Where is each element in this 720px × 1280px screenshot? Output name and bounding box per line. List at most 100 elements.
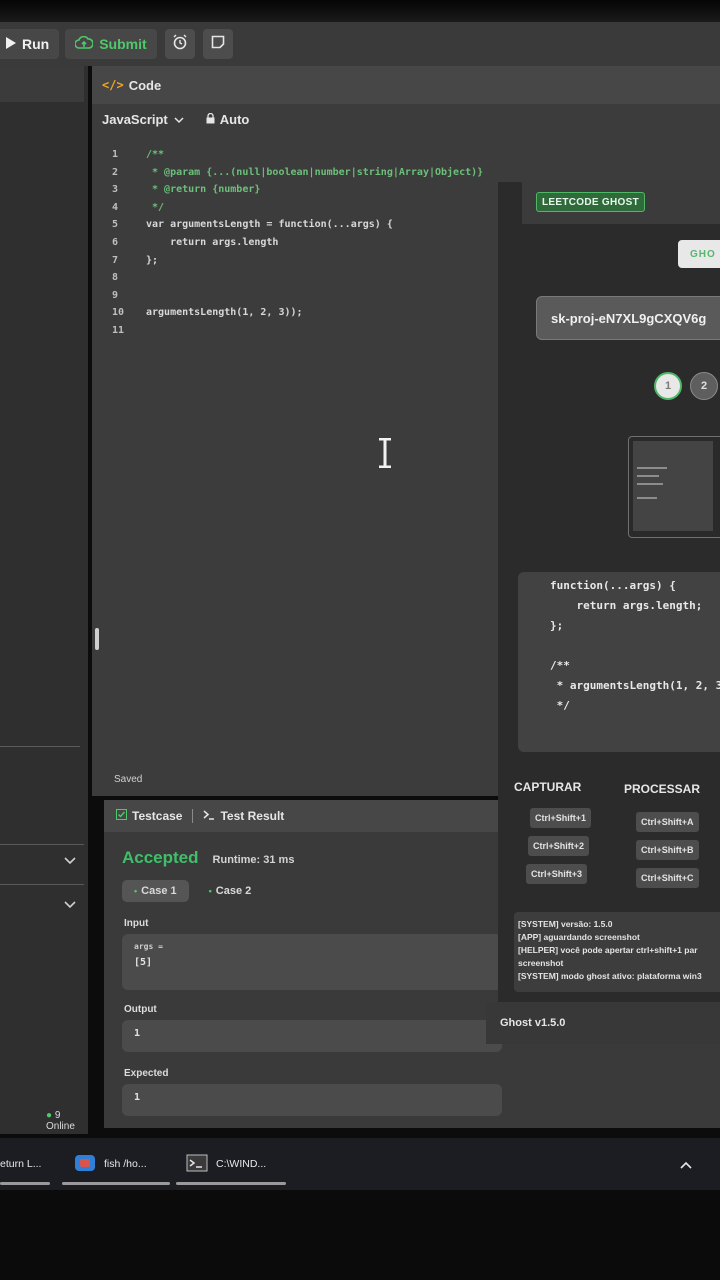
chevron-down-icon[interactable] [64,854,76,868]
chevron-down-icon[interactable] [64,898,76,912]
ghost-code-line: return args.length; [550,599,703,612]
code-text: }; [146,254,159,266]
code-icon: </> [102,78,124,92]
active-indicator [0,1182,50,1185]
code-text: /** [146,149,165,160]
tray-chevron-up-icon[interactable] [680,1156,692,1172]
submit-button[interactable]: Submit [65,29,157,59]
input-box: args = [5] [122,934,502,990]
panel-resize-handle[interactable] [95,628,99,650]
capture-shortcut-1: Ctrl+Shift+1 [530,808,592,828]
expected-box: 1 [122,1084,502,1116]
expected-value: 1 [134,1092,141,1103]
tab-test-result[interactable]: Test Result [203,809,284,823]
note-icon [211,35,225,54]
line-number: 10 [112,307,125,319]
code-line: 1 /** [112,146,483,164]
arg-name: args = [134,942,163,951]
taskbar-item-fish[interactable]: fish /ho... [74,1150,147,1178]
left-panel-header [0,66,84,102]
tab-divider [192,809,194,823]
text-cursor-icon [378,437,392,469]
log-line: [SYSTEM] modo ghost ativo: plataforma wi… [518,971,702,981]
active-indicator [62,1182,170,1185]
app-icon [74,1154,96,1175]
api-key-field[interactable]: sk-proj-eN7XL9gCXQV6g [536,296,720,340]
pass-dot-icon: • [134,886,138,896]
line-number: 11 [112,324,125,336]
ghost-solution-code: function(...args) { return args.length;}… [518,572,720,752]
ghost-code-line: }; [550,619,564,632]
active-indicator [176,1182,286,1185]
ghost-code-line: function(...args) { [550,579,676,592]
thumbnail-preview [633,441,713,531]
code-line: 3 * @return {number} [112,181,483,199]
alarm-button[interactable] [164,29,195,59]
output-box: 1 [122,1020,502,1052]
case-2-tab[interactable]: • Case 2 [197,880,264,902]
log-line: [APP] aguardando screenshot [518,932,640,942]
line-number: 1 [112,149,119,160]
problem-description-panel: ● 9 Online [0,66,88,1134]
code-line: 9 [112,287,483,305]
process-title: PROCESSAR [624,782,701,796]
input-label: Input [124,918,149,929]
line-number: 3 [112,184,119,196]
code-area[interactable]: 1 /** 2 * @param {...(null|boolean|number|… [112,146,483,340]
thumb-line [637,497,657,499]
ghost-code-line: /** [550,659,570,672]
code-text: * @param {...(null|boolean|number|string… [146,166,484,178]
line-number: 5 [112,219,119,231]
checkbox-icon [116,809,127,823]
log-line: [HELPER] você pode apertar ctrl+shift+1 … [518,945,698,955]
ghost-mode-button[interactable]: GHO [678,240,720,268]
step-1-indicator[interactable]: 1 [654,372,682,400]
line-number: 7 [112,254,119,266]
thumb-line [637,475,659,477]
code-text: return args.length [146,236,279,248]
auto-mode-toggle[interactable]: Auto [206,112,249,127]
case-2-label: Case 2 [215,885,252,897]
terminal-icon [203,809,215,823]
monitor-bezel-top [0,0,720,22]
code-line: 8 [112,269,483,287]
process-shortcut-b: Ctrl+Shift+B [636,840,699,860]
ghost-code-line: * argumentsLength(1, 2, 3); // [556,679,720,692]
capture-shortcut-2: Ctrl+Shift+2 [528,836,590,856]
taskbar-item-cmd[interactable]: C:\WIND... [186,1150,266,1178]
language-select[interactable]: JavaScript [102,112,184,127]
editor-title: Code [128,77,162,93]
editor-header: </> Code [92,66,720,104]
code-line: 5 var argumentsLength = function(...args)… [112,216,483,234]
output-value: 1 [134,1028,141,1039]
top-toolbar: Run Submit [0,22,720,66]
divider [0,884,84,885]
language-label: JavaScript [102,112,168,127]
case-1-label: Case 1 [141,885,177,897]
alarm-icon [172,34,188,55]
taskbar-item-label: fish /ho... [104,1158,147,1170]
runtime-text: Runtime: 31 ms [212,854,295,866]
pass-dot-icon: • [208,886,212,896]
log-line: [SYSTEM] versão: 1.5.0 [518,919,613,929]
screenshot-thumbnail[interactable] [628,436,720,538]
online-count: ● 9 Online [46,1110,88,1132]
taskbar-item-browser[interactable]: eturn L... [0,1150,41,1178]
run-button[interactable]: Run [0,29,60,59]
input-value: [5] [134,957,153,968]
code-line: 6 return args.length [112,234,483,252]
submit-label: Submit [99,36,147,52]
saved-status: Saved [114,774,143,785]
notes-button[interactable] [202,29,233,59]
case-1-tab[interactable]: • Case 1 [122,880,189,902]
line-number: 8 [112,272,119,284]
terminal-icon [186,1154,208,1175]
status-accepted: Accepted [122,848,199,867]
online-dot-icon: ● [46,1110,53,1121]
ghost-code-line [550,636,720,656]
screen: Run Submit ● 9 Online </> Code JavaScrip… [0,0,720,1280]
taskbar: eturn L... fish /ho... C:\WIND... [0,1138,720,1190]
tab-testcase[interactable]: Testcase [116,809,182,823]
step-2-indicator[interactable]: 2 [690,372,718,400]
